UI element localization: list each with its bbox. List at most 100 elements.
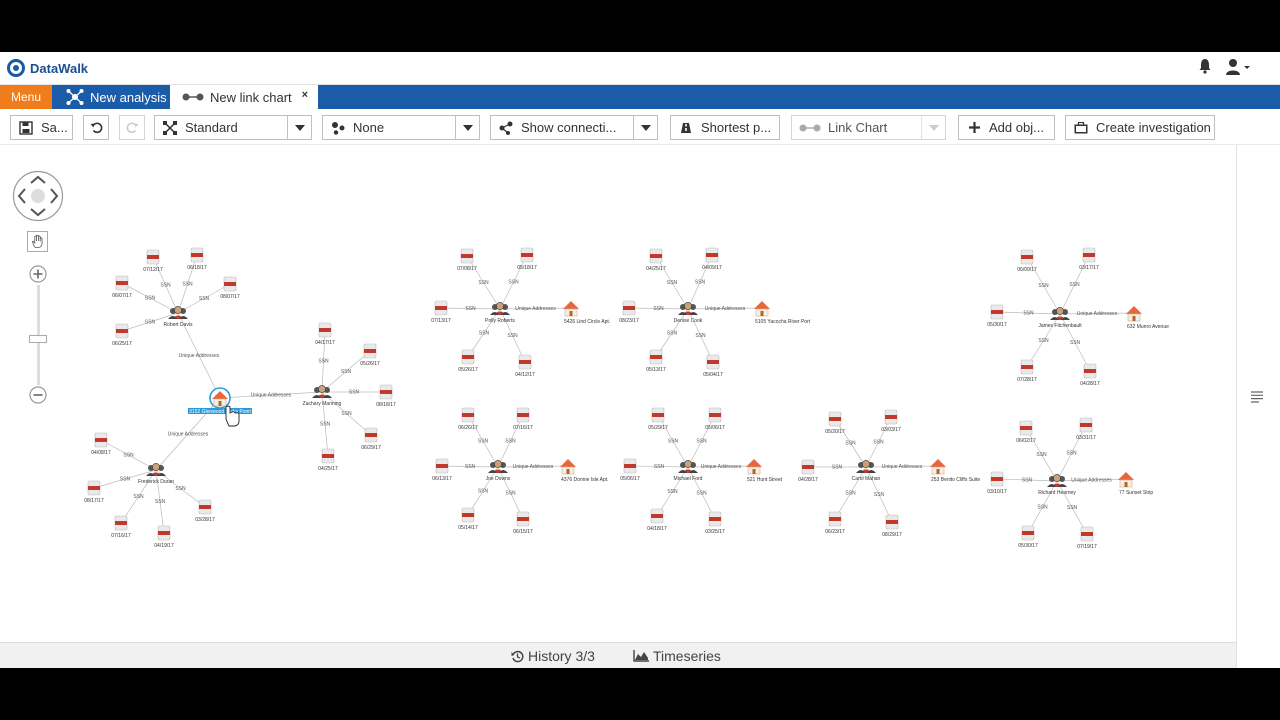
- layout-icon: [155, 116, 185, 139]
- ssn-node[interactable]: 04/19/17: [154, 525, 174, 549]
- ssn-node[interactable]: 04/28/17: [798, 459, 818, 483]
- person-node[interactable]: Joe Downs: [486, 460, 511, 482]
- ssn-node[interactable]: 05/26/17: [360, 343, 380, 367]
- ssn-node[interactable]: 07/16/17: [111, 515, 131, 539]
- undo-button[interactable]: [83, 115, 109, 140]
- ssn-node[interactable]: 05/29/17: [648, 407, 668, 431]
- address-node[interactable]: 632 Munro Avenue: [1126, 306, 1169, 330]
- create-investigation-button[interactable]: Create investigation: [1065, 115, 1215, 140]
- ssn-node[interactable]: 06/18/17: [187, 247, 207, 271]
- ssn-node[interactable]: 03/03/17: [881, 409, 901, 433]
- ssn-node[interactable]: 07/12/17: [143, 249, 163, 273]
- address-node[interactable]: 77 Sunset Strip: [1118, 472, 1153, 496]
- ssn-node[interactable]: 06/15/17: [513, 511, 533, 535]
- ssn-node[interactable]: 07/19/17: [1077, 526, 1097, 550]
- ssn-node[interactable]: 03/17/17: [1079, 247, 1099, 271]
- ssn-node[interactable]: 04/28/17: [1080, 363, 1100, 387]
- ssn-node[interactable]: 06/09/17: [1017, 249, 1037, 273]
- ssn-node[interactable]: 03/10/17: [987, 471, 1007, 495]
- ssn-node[interactable]: 05/30/17: [987, 304, 1007, 328]
- ssn-node[interactable]: 07/16/17: [513, 407, 533, 431]
- person-node[interactable]: Polly Roberts: [485, 302, 515, 324]
- address-node[interactable]: 5426 Lind Circle Apt.: [563, 301, 610, 325]
- ssn-node[interactable]: 05/30/17: [1018, 525, 1038, 549]
- pan-control-icon[interactable]: [12, 170, 64, 222]
- ssn-node[interactable]: 04/09/17: [702, 247, 722, 271]
- history-button[interactable]: History 3/3: [511, 643, 595, 668]
- ssn-node[interactable]: 04/12/17: [515, 354, 535, 378]
- bell-icon[interactable]: [1198, 58, 1212, 74]
- list-icon[interactable]: [1250, 390, 1264, 404]
- person-node[interactable]: Carol Mahan: [852, 460, 881, 482]
- view-select[interactable]: Link Chart: [791, 115, 946, 140]
- ssn-node[interactable]: 03/28/17: [195, 499, 215, 523]
- person-node[interactable]: Frederick Duran: [138, 463, 174, 485]
- shortest-path-button[interactable]: Shortest p...: [670, 115, 780, 140]
- edge-label: SSN: [1066, 451, 1077, 457]
- zoom-slider-handle[interactable]: [29, 335, 47, 343]
- ssn-node[interactable]: 05/04/17: [703, 354, 723, 378]
- address-node[interactable]: 4376 Donnie Isle Apt.: [560, 459, 609, 483]
- ssn-node[interactable]: 07/13/17: [431, 300, 451, 324]
- ssn-node[interactable]: 04/08/17: [91, 432, 111, 456]
- ssn-node[interactable]: 05/18/17: [517, 247, 537, 271]
- ssn-node[interactable]: 05/06/17: [705, 407, 725, 431]
- pan-icon[interactable]: [27, 231, 48, 252]
- ssn-node[interactable]: 06/25/17: [112, 323, 132, 347]
- address-node[interactable]: 253 Benito Cliffs Suite: [930, 459, 980, 483]
- tab-new-analysis[interactable]: New analysis: [60, 85, 173, 109]
- ssn-node[interactable]: 05/26/17: [458, 349, 478, 373]
- address-node[interactable]: 5105 Yacocha River Port: [754, 301, 811, 325]
- bottom-bar: History 3/3 Timeseries: [0, 642, 1236, 668]
- add-object-button[interactable]: Add obj...: [958, 115, 1055, 140]
- ssn-node[interactable]: 04/25/17: [646, 248, 666, 272]
- layout-select[interactable]: Standard: [154, 115, 312, 140]
- ssn-date: 07/19/17: [1077, 544, 1097, 550]
- ssn-node[interactable]: 04/25/17: [318, 448, 338, 472]
- zoom-out-icon[interactable]: [29, 386, 47, 404]
- ssn-node[interactable]: 08/17/17: [84, 480, 104, 504]
- ssn-node[interactable]: 06/26/17: [458, 407, 478, 431]
- ssn-node[interactable]: 07/28/17: [1017, 359, 1037, 383]
- person-node[interactable]: Denise Cook: [674, 302, 703, 324]
- ssn-node[interactable]: 05/06/17: [620, 458, 640, 482]
- ssn-node[interactable]: 06/29/17: [361, 427, 381, 451]
- ssn-node[interactable]: 07/08/17: [457, 248, 477, 272]
- ssn-node[interactable]: 04/17/17: [315, 322, 335, 346]
- group-select[interactable]: None: [322, 115, 480, 140]
- ssn-node[interactable]: 06/23/17: [825, 511, 845, 535]
- ssn-node[interactable]: 03/25/17: [705, 511, 725, 535]
- person-node[interactable]: Zachary Manning: [303, 385, 342, 407]
- person-node[interactable]: James Fitchenbault: [1038, 307, 1082, 329]
- link-chart-canvas[interactable]: SSN SSN SSN SSN SSN SSN SSN SSN SSN SSN SSN SSN SSN S…: [0, 145, 1236, 642]
- edge-label: Unique Addresses: [882, 464, 923, 470]
- person-node[interactable]: Robert Davis: [164, 306, 193, 328]
- redo-button[interactable]: [119, 115, 145, 140]
- person-node[interactable]: Michael Ford: [674, 460, 703, 482]
- address-node[interactable]: 521 Hunt Street: [746, 459, 783, 483]
- ssn-node[interactable]: 05/14/17: [458, 507, 478, 531]
- ssn-node[interactable]: 08/18/17: [376, 384, 396, 408]
- link-chart-graph[interactable]: SSN SSN SSN SSN SSN SSN SSN SSN SSN SSN SSN SSN SSN S…: [0, 145, 1236, 642]
- ssn-node[interactable]: 08/29/17: [882, 514, 902, 538]
- ssn-node[interactable]: 05/13/17: [646, 349, 666, 373]
- tab-new-link-chart[interactable]: New link chart ×: [170, 85, 318, 109]
- timeseries-button[interactable]: Timeseries: [633, 643, 721, 668]
- ssn-node[interactable]: 06/02/17: [1016, 420, 1036, 444]
- address-node[interactable]: 3152 Glenwood Forks Point: [188, 387, 252, 415]
- ssn-node[interactable]: 03/31/17: [1076, 417, 1096, 441]
- ssn-node[interactable]: 06/07/17: [112, 275, 132, 299]
- connections-select[interactable]: Show connecti...: [490, 115, 658, 140]
- menu-button[interactable]: Menu: [0, 85, 52, 109]
- edge-label: SSN: [1038, 338, 1049, 344]
- save-button[interactable]: Sa...: [10, 115, 73, 140]
- ssn-node[interactable]: 08/23/17: [619, 300, 639, 324]
- close-tab-button[interactable]: ×: [302, 89, 308, 101]
- ssn-node[interactable]: 04/18/17: [647, 508, 667, 532]
- ssn-node[interactable]: 06/13/17: [432, 458, 452, 482]
- ssn-node[interactable]: 08/07/17: [220, 276, 240, 300]
- zoom-in-icon[interactable]: [29, 265, 47, 283]
- edge-label: SSN: [341, 369, 352, 375]
- ssn-node[interactable]: 05/20/17: [825, 411, 845, 435]
- user-icon[interactable]: [1225, 58, 1251, 76]
